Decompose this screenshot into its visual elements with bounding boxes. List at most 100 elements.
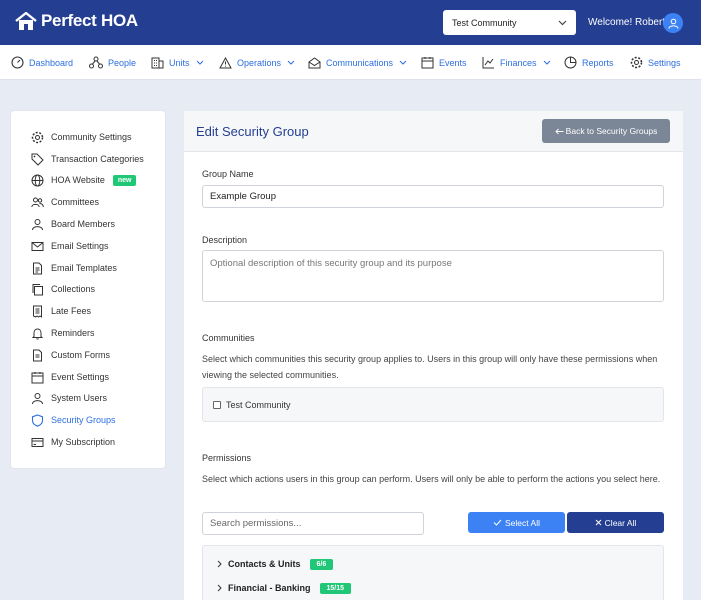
communities-help-text: Select which communities this security g… [202,354,658,380]
gear-icon [31,131,44,143]
sidebar-item-email-settings[interactable]: Email Settings [31,239,109,253]
brand-name: Perfect HOA [41,11,138,30]
group-name-value: Example Group [210,191,277,202]
select-all-label: Select All [505,517,540,528]
community-select[interactable]: Test Community [443,10,576,35]
house-logo-icon [15,11,37,30]
sidebar-item-transaction-categories[interactable]: Transaction Categories [31,152,144,166]
sidebar-item-label: System Users [51,393,108,403]
user-icon [668,18,678,29]
nav-label: Operations [237,57,282,68]
sidebar-item-event-settings[interactable]: Event Settings [31,370,109,384]
nav-label: People [108,57,137,68]
sidebar-item-label: HOA Website [51,175,105,185]
envelope-icon [31,241,44,251]
avatar[interactable] [663,13,683,33]
top-bar: Perfect HOA Test Community Welcome! Robe… [0,0,701,45]
sidebar-item-collections[interactable]: Collections [31,282,95,296]
settings-sidebar: Community Settings Transaction Categorie… [11,111,165,468]
logo[interactable]: Perfect HOA [14,11,138,31]
person-icon [32,218,43,230]
clear-all-label: Clear All [604,517,637,528]
sidebar-item-label: Email Templates [51,263,117,273]
chevron-down-icon [196,60,203,65]
sidebar-item-label: My Subscription [51,437,116,447]
chevron-right-icon [217,584,222,592]
sidebar-item-hoa-website[interactable]: HOA Website new [31,173,137,187]
sidebar-item-label: Late Fees [51,306,92,316]
chevron-down-icon [543,60,550,65]
community-select-value: Test Community [452,17,517,28]
nav-label: Communications [326,57,394,68]
description-textarea[interactable]: Optional description of this security gr… [202,250,664,302]
nav-operations[interactable]: Operations [219,45,295,80]
sidebar-item-late-fees[interactable]: Late Fees [31,304,91,318]
clear-all-button[interactable]: Clear All [567,512,664,533]
search-permissions-input[interactable]: Search permissions... [202,512,424,535]
arrow-left-icon [555,128,564,134]
calendar-icon [31,371,44,383]
globe-icon [31,174,44,186]
nav-dashboard[interactable]: Dashboard [11,45,73,80]
chevron-down-icon [287,60,295,65]
group-name-input[interactable]: Example Group [202,185,664,208]
sidebar-item-community-settings[interactable]: Community Settings [31,130,132,144]
nav-communications[interactable]: Communications [308,45,407,80]
nav-reports[interactable]: Reports [564,45,614,80]
permission-group-label: Financial - Banking [228,583,311,593]
tags-icon [31,153,44,166]
users-icon [31,197,44,207]
sidebar-item-system-users[interactable]: System Users [31,391,107,405]
nav-events[interactable]: Events [421,45,467,80]
sidebar-item-custom-forms[interactable]: Custom Forms [31,348,110,362]
sidebar-item-reminders[interactable]: Reminders [31,326,95,340]
gear-icon [630,56,643,69]
nav-units[interactable]: Units [151,45,204,80]
building-icon [151,57,164,69]
check-icon [493,519,502,526]
nav-finances[interactable]: Finances [482,45,551,80]
communities-label: Communities [202,333,255,343]
sidebar-item-email-templates[interactable]: Email Templates [31,261,117,275]
nav-settings[interactable]: Settings [630,45,681,80]
permission-count-badge: 6/6 [309,558,334,570]
copy-icon [32,283,43,295]
back-to-security-groups-button[interactable]: Back to Security Groups [542,119,670,143]
sidebar-item-label: Board Members [51,219,116,229]
description-label: Description [202,235,248,245]
chevron-down-icon [558,20,567,25]
people-network-icon [89,56,103,69]
community-option-label[interactable]: Test Community [226,400,291,410]
sidebar-item-committees[interactable]: Committees [31,195,99,209]
chevron-right-icon [217,560,222,568]
sidebar-item-label: Community Settings [51,132,132,142]
calendar-icon [421,57,434,69]
document-icon [33,262,42,274]
permission-group-label: Contacts & Units [228,559,301,569]
sidebar-item-my-subscription[interactable]: My Subscription [31,435,115,449]
edit-security-group-panel: Edit Security Group Back to Security Gro… [184,111,683,600]
search-permissions-placeholder: Search permissions... [210,518,302,529]
nav-label: Settings [648,57,681,68]
sidebar-item-label: Reminders [51,328,95,338]
sidebar-item-label: Security Groups [51,415,116,425]
line-chart-icon [482,57,494,69]
permission-count-badge: 15/15 [319,582,352,594]
permissions-label: Permissions [202,453,252,463]
panel-header: Edit Security Group Back to Security Gro… [184,111,683,152]
permission-group-financial-banking[interactable]: Financial - Banking 15/15 [217,581,352,595]
select-all-button[interactable]: Select All [468,512,565,533]
permission-group-contacts-units[interactable]: Contacts & Units 6/6 [217,557,334,571]
bell-icon [31,327,44,340]
person-icon [32,392,43,404]
chevron-down-icon [399,60,407,65]
community-checkbox[interactable] [213,400,221,409]
receipt-icon [33,305,42,318]
envelope-open-icon [308,56,321,68]
credit-card-icon [31,437,44,447]
nav-people[interactable]: People [89,45,136,80]
description-placeholder: Optional description of this security gr… [210,258,452,269]
sidebar-item-security-groups[interactable]: Security Groups [31,413,116,427]
shield-icon [31,413,44,427]
sidebar-item-board-members[interactable]: Board Members [31,217,115,231]
